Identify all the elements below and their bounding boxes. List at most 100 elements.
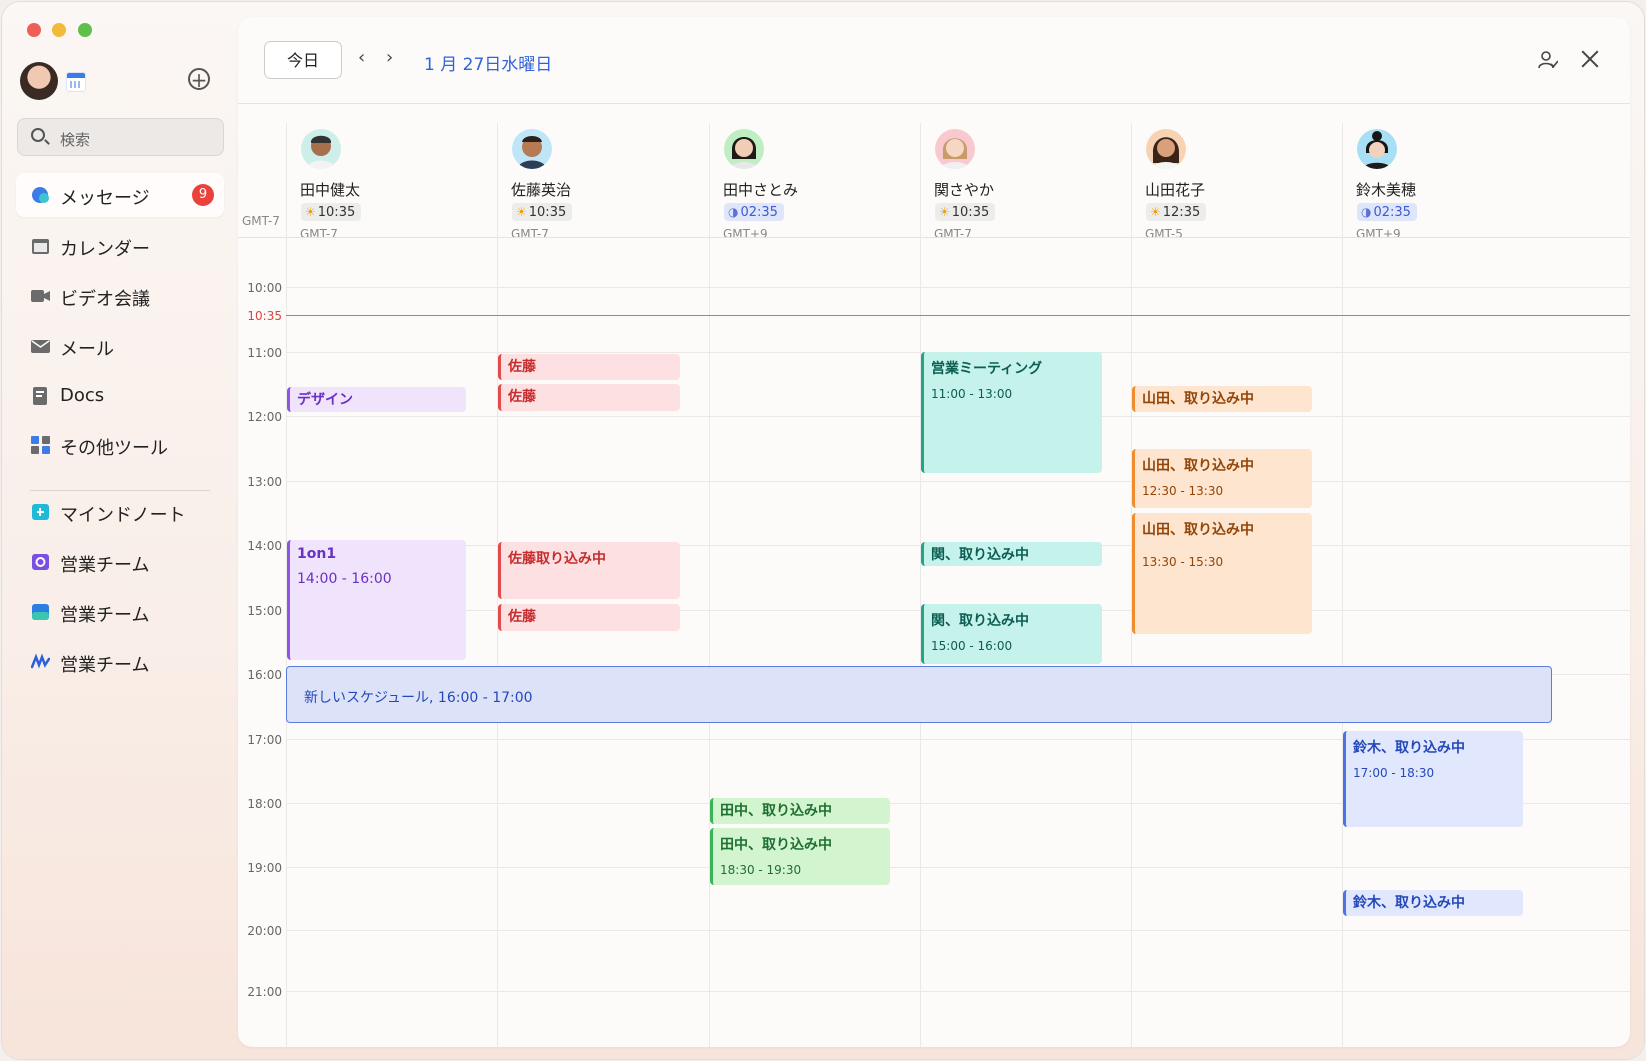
sidebar-item-docs[interactable]: Docs <box>16 374 224 418</box>
avatar <box>724 129 764 169</box>
attendee-name: 田中健太 <box>300 181 361 199</box>
moon-icon: ◑ <box>1361 205 1372 219</box>
event-block[interactable]: 佐藤取り込み中 <box>498 542 680 599</box>
event-block[interactable]: 佐藤 <box>498 354 680 380</box>
sun-icon: ☀ <box>1150 205 1161 219</box>
event-time: 18:30 - 19:30 <box>720 863 802 877</box>
sidebar-item-mindnote[interactable]: マインドノート <box>16 490 224 534</box>
event-time: 15:00 - 16:00 <box>931 639 1013 653</box>
today-button[interactable]: 今日 <box>264 41 342 79</box>
calendar-panel: 今日 ‹ › 1 月 27日水曜日 GMT-7 田中健太 ☀ 10:35 GMT-… <box>238 17 1630 1047</box>
event-block[interactable]: 田中、取り込み中 18:30 - 19:30 <box>710 828 890 885</box>
minimize-window-button[interactable] <box>52 23 66 37</box>
event-title: 関、取り込み中 <box>931 613 1029 629</box>
hour-label: 21:00 <box>247 985 282 999</box>
sun-icon: ☀ <box>939 205 950 219</box>
sidebar-item-label: ビデオ会議 <box>60 289 150 310</box>
event-block[interactable]: 営業ミーティング 11:00 - 13:00 <box>921 352 1102 473</box>
message-icon <box>32 187 49 203</box>
attendee-name: 山田花子 <box>1145 181 1206 199</box>
avatar[interactable] <box>20 62 58 100</box>
search-input[interactable]: 検索 <box>17 118 224 156</box>
attendee-column-header[interactable]: 佐藤英治 ☀ 10:35 GMT-7 <box>497 129 697 249</box>
attendee-column-header[interactable]: 田中健太 ☀ 10:35 GMT-7 <box>286 129 486 249</box>
hour-label: 19:00 <box>247 861 282 875</box>
event-title: 営業ミーティング <box>931 361 1043 377</box>
event-title: 佐藤 <box>508 389 536 405</box>
event-title: 山田、取り込み中 <box>1142 391 1254 407</box>
attendee-column-header[interactable]: 関さやか ☀ 10:35 GMT-7 <box>920 129 1120 249</box>
next-day-button[interactable]: › <box>386 47 393 68</box>
unread-badge: 9 <box>192 184 214 206</box>
event-block[interactable]: 佐藤 <box>498 604 680 631</box>
attendee-column-header[interactable]: 山田花子 ☀ 12:35 GMT-5 <box>1131 129 1331 249</box>
sidebar-item-mail[interactable]: メール <box>16 324 224 368</box>
sidebar-item-team-3[interactable]: 営業チーム <box>16 640 224 684</box>
event-block[interactable]: 佐藤 <box>498 384 680 411</box>
close-window-button[interactable] <box>27 23 41 37</box>
local-time: ◑ 02:35 <box>724 203 784 221</box>
apps-icon <box>31 436 50 454</box>
event-block[interactable]: 山田、取り込み中 <box>1132 386 1312 412</box>
maximize-window-button[interactable] <box>78 23 92 37</box>
hour-label: 18:00 <box>247 797 282 811</box>
event-title: 1on1 <box>297 546 337 562</box>
event-title: 佐藤 <box>508 609 536 625</box>
avatar <box>1357 129 1397 169</box>
sidebar-item-team-2[interactable]: 営業チーム <box>16 590 224 634</box>
person-check-icon[interactable] <box>1538 50 1558 70</box>
attendee-column-header[interactable]: 田中さとみ ◑ 02:35 GMT+9 <box>709 129 909 249</box>
sidebar-item-messages[interactable]: メッセージ 9 <box>16 173 224 217</box>
event-time: 17:00 - 18:30 <box>1353 766 1435 780</box>
event-title: デザイン <box>297 392 353 408</box>
sidebar-item-calendar[interactable]: カレンダー <box>16 224 224 268</box>
attendee-name: 佐藤英治 <box>511 181 572 199</box>
event-block[interactable]: 1on1 14:00 - 16:00 <box>287 540 466 660</box>
event-block[interactable]: 鈴木、取り込み中 17:00 - 18:30 <box>1343 731 1523 827</box>
sidebar-item-team-1[interactable]: 営業チーム <box>16 540 224 584</box>
attendee-timezone: GMT-5 <box>1145 227 1183 241</box>
calendar-status-icon <box>66 72 86 92</box>
event-block[interactable]: 山田、取り込み中 12:30 - 13:30 <box>1132 449 1312 508</box>
avatar <box>301 129 341 169</box>
event-time: 13:30 - 15:30 <box>1142 555 1224 569</box>
event-time: 12:30 - 13:30 <box>1142 484 1224 498</box>
sidebar-item-label: Docs <box>60 385 105 406</box>
event-title: 関、取り込み中 <box>931 547 1029 563</box>
event-time: 11:00 - 13:00 <box>931 387 1013 401</box>
close-icon[interactable] <box>1581 50 1599 68</box>
hour-line <box>286 991 1630 992</box>
event-block[interactable]: 田中、取り込み中 <box>710 798 890 824</box>
avatar <box>935 129 975 169</box>
event-block[interactable]: デザイン <box>287 387 466 412</box>
event-title: 鈴木、取り込み中 <box>1353 895 1465 911</box>
attendee-timezone: GMT-7 <box>511 227 549 241</box>
hour-label: 20:00 <box>247 924 282 938</box>
sidebar-item-label: カレンダー <box>60 239 150 260</box>
team-icon <box>32 554 49 570</box>
current-date: 1 月 27日水曜日 <box>424 55 553 75</box>
local-time: ☀ 10:35 <box>935 203 996 221</box>
event-block[interactable]: 関、取り込み中 15:00 - 16:00 <box>921 604 1102 664</box>
event-title: 山田、取り込み中 <box>1142 458 1254 474</box>
search-icon <box>31 128 45 142</box>
sidebar-item-more-tools[interactable]: その他ツール <box>16 423 224 467</box>
hour-label: 13:00 <box>247 475 282 489</box>
new-schedule-block[interactable]: 新しいスケジュール, 16:00 - 17:00 <box>286 666 1552 723</box>
current-time-label: 10:35 <box>247 309 282 323</box>
add-button[interactable]: + <box>188 68 210 90</box>
search-placeholder: 検索 <box>60 131 91 149</box>
event-block[interactable]: 山田、取り込み中 13:30 - 15:30 <box>1132 513 1312 634</box>
team-icon <box>31 653 50 669</box>
event-title: 新しいスケジュール, 16:00 - 17:00 <box>304 690 533 706</box>
local-time: ◑ 02:35 <box>1357 203 1417 221</box>
prev-day-button[interactable]: ‹ <box>358 47 365 68</box>
event-block[interactable]: 鈴木、取り込み中 <box>1343 890 1523 916</box>
event-block[interactable]: 関、取り込み中 <box>921 542 1102 566</box>
avatar <box>1146 129 1186 169</box>
attendee-column-header[interactable]: 鈴木美穂 ◑ 02:35 GMT+9 <box>1342 129 1542 249</box>
local-time: ☀ 10:35 <box>301 203 362 221</box>
event-title: 山田、取り込み中 <box>1142 522 1254 538</box>
sidebar-item-video[interactable]: ビデオ会議 <box>16 274 224 318</box>
hour-line <box>286 867 1630 868</box>
